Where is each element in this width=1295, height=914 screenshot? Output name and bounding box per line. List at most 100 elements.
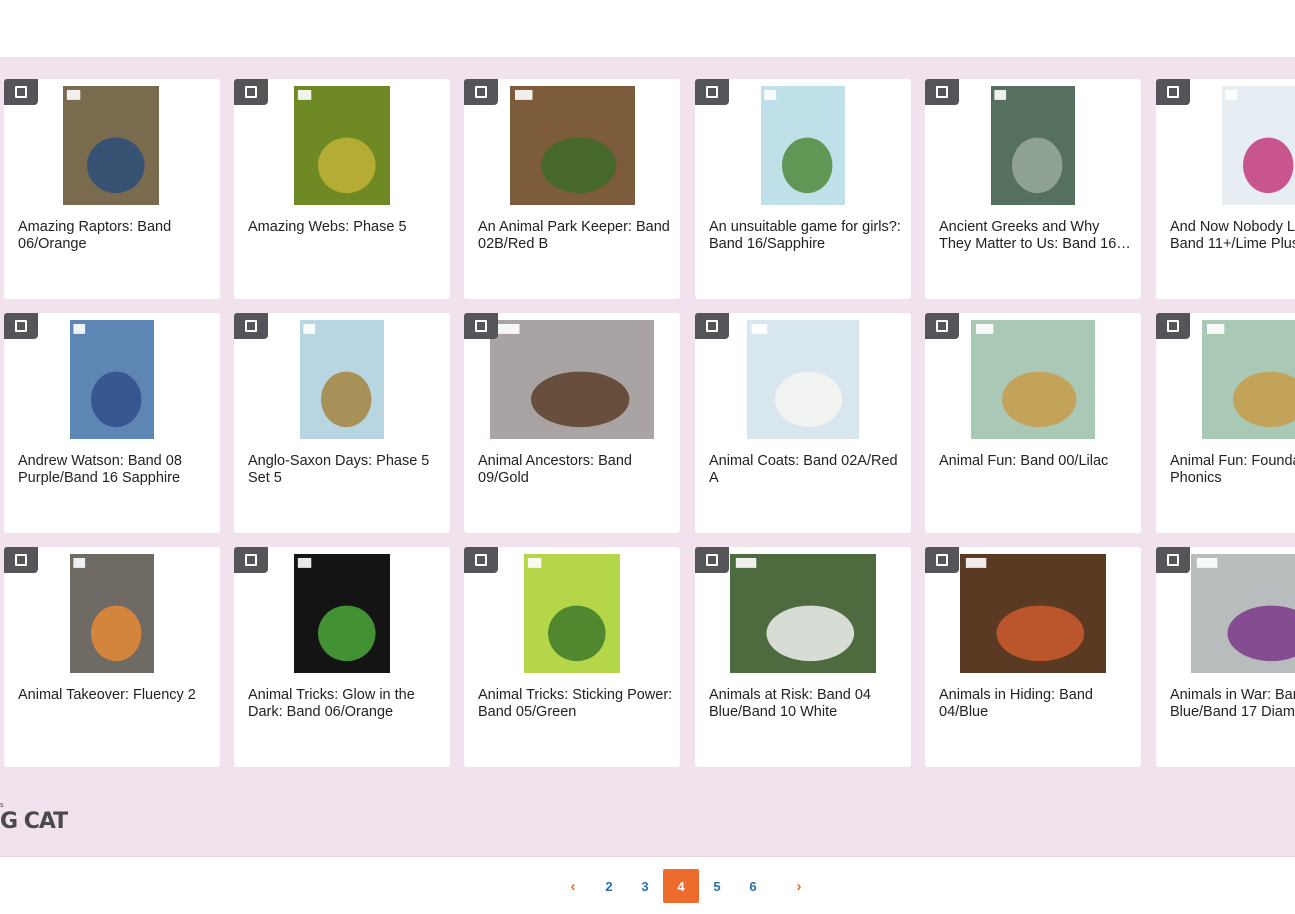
- select-checkbox[interactable]: [234, 79, 268, 105]
- book-cover-image[interactable]: [1191, 554, 1295, 673]
- book-cover-image[interactable]: [300, 320, 384, 439]
- book-title[interactable]: Animal Coats: Band 02A/Red A: [709, 453, 905, 487]
- book-title[interactable]: Animals in War: Band 04 Blue/Band 17 Dia…: [1170, 687, 1295, 721]
- book-card[interactable]: Animal Ancestors: Band 09/Gold: [464, 313, 680, 533]
- book-cover-image[interactable]: [761, 86, 845, 205]
- select-checkbox[interactable]: [925, 79, 959, 105]
- book-title[interactable]: Amazing Raptors: Band 06/Orange: [18, 219, 214, 253]
- book-cover-image[interactable]: [960, 554, 1106, 673]
- book-cover-image[interactable]: [730, 554, 876, 673]
- book-card[interactable]: Anglo-Saxon Days: Phase 5 Set 5: [234, 313, 450, 533]
- page-2[interactable]: 2: [591, 869, 627, 903]
- book-cover-image[interactable]: [747, 320, 859, 439]
- select-checkbox[interactable]: [234, 313, 268, 339]
- checkbox-square-icon: [706, 86, 718, 98]
- book-card[interactable]: Animal Takeover: Fluency 2: [4, 547, 220, 767]
- book-title[interactable]: Animal Ancestors: Band 09/Gold: [478, 453, 674, 487]
- book-title[interactable]: Anglo-Saxon Days: Phase 5 Set 5: [248, 453, 444, 487]
- book-cover-image[interactable]: [294, 554, 390, 673]
- book-cover-image[interactable]: [63, 86, 159, 205]
- select-checkbox[interactable]: [464, 547, 498, 573]
- select-checkbox[interactable]: [1156, 79, 1190, 105]
- book-cover-image[interactable]: [510, 86, 635, 205]
- top-bar: [0, 0, 1295, 57]
- book-cover-image[interactable]: [294, 86, 390, 205]
- book-card[interactable]: Ancient Greeks and Why They Matter to Us…: [925, 79, 1141, 299]
- book-grid-area: Amazing Raptors: Band 06/Orange Amazing W…: [0, 57, 1295, 856]
- checkbox-square-icon: [936, 554, 948, 566]
- book-cover-image[interactable]: [490, 320, 654, 439]
- checkbox-square-icon: [475, 320, 487, 332]
- book-cover-image[interactable]: [971, 320, 1095, 439]
- book-title[interactable]: And Now Nobody Likes Me: Band 11+/Lime P…: [1170, 219, 1295, 253]
- book-card[interactable]: Animals in Hiding: Band 04/Blue: [925, 547, 1141, 767]
- checkbox-square-icon: [245, 554, 257, 566]
- next-page-chevron-right-icon[interactable]: ›: [781, 869, 817, 903]
- book-title[interactable]: Andrew Watson: Band 08 Purple/Band 16 Sa…: [18, 453, 214, 487]
- page-6[interactable]: 6: [735, 869, 771, 903]
- checkbox-square-icon: [1167, 86, 1179, 98]
- select-checkbox[interactable]: [464, 313, 498, 339]
- prev-page-chevron-left-icon[interactable]: ‹: [555, 869, 591, 903]
- book-card[interactable]: Animal Fun: Foundations Phonics: [1156, 313, 1295, 533]
- select-checkbox[interactable]: [925, 313, 959, 339]
- select-checkbox[interactable]: [464, 79, 498, 105]
- book-title[interactable]: Animals in Hiding: Band 04/Blue: [939, 687, 1135, 721]
- book-title[interactable]: An unsuitable game for girls?: Band 16/S…: [709, 219, 905, 253]
- book-card[interactable]: Animals at Risk: Band 04 Blue/Band 10 Wh…: [695, 547, 911, 767]
- book-title[interactable]: Animal Fun: Band 00/Lilac: [939, 453, 1135, 470]
- book-card[interactable]: An unsuitable game for girls?: Band 16/S…: [695, 79, 911, 299]
- select-checkbox[interactable]: [695, 313, 729, 339]
- book-cover-image[interactable]: [1202, 320, 1295, 439]
- pagination-bar: ‹ 2 3 4 5 6 ›: [0, 856, 1295, 914]
- book-cover-image[interactable]: [1222, 86, 1295, 205]
- book-card[interactable]: Animals in War: Band 04 Blue/Band 17 Dia…: [1156, 547, 1295, 767]
- book-card[interactable]: Animal Fun: Band 00/Lilac: [925, 313, 1141, 533]
- book-cover-image[interactable]: [70, 554, 154, 673]
- checkbox-square-icon: [1167, 320, 1179, 332]
- checkbox-square-icon: [15, 554, 27, 566]
- book-title[interactable]: Ancient Greeks and Why They Matter to Us…: [939, 219, 1135, 253]
- checkbox-square-icon: [475, 554, 487, 566]
- select-checkbox[interactable]: [695, 547, 729, 573]
- page-3[interactable]: 3: [627, 869, 663, 903]
- pagination: ‹ 2 3 4 5 6 ›: [555, 869, 817, 903]
- book-card[interactable]: Andrew Watson: Band 08 Purple/Band 16 Sa…: [4, 313, 220, 533]
- checkbox-square-icon: [15, 320, 27, 332]
- book-card[interactable]: An Animal Park Keeper: Band 02B/Red B: [464, 79, 680, 299]
- select-checkbox[interactable]: [695, 79, 729, 105]
- book-card[interactable]: And Now Nobody Likes Me: Band 11+/Lime P…: [1156, 79, 1295, 299]
- select-checkbox[interactable]: [4, 547, 38, 573]
- checkbox-square-icon: [706, 554, 718, 566]
- book-title[interactable]: Animals at Risk: Band 04 Blue/Band 10 Wh…: [709, 687, 905, 721]
- checkbox-square-icon: [936, 320, 948, 332]
- book-title[interactable]: Animal Tricks: Glow in the Dark: Band 06…: [248, 687, 444, 721]
- logo-text: G CAT: [0, 809, 68, 834]
- book-title[interactable]: An Animal Park Keeper: Band 02B/Red B: [478, 219, 674, 253]
- select-checkbox[interactable]: [4, 79, 38, 105]
- book-card[interactable]: Amazing Webs: Phase 5: [234, 79, 450, 299]
- select-checkbox[interactable]: [4, 313, 38, 339]
- checkbox-square-icon: [15, 86, 27, 98]
- book-title[interactable]: Amazing Webs: Phase 5: [248, 219, 444, 236]
- book-title[interactable]: Animal Tricks: Sticking Power: Band 05/G…: [478, 687, 674, 721]
- book-card[interactable]: Animal Tricks: Glow in the Dark: Band 06…: [234, 547, 450, 767]
- book-cover-image[interactable]: [524, 554, 620, 673]
- page-5[interactable]: 5: [699, 869, 735, 903]
- book-title[interactable]: Animal Takeover: Fluency 2: [18, 687, 214, 704]
- select-checkbox[interactable]: [1156, 547, 1190, 573]
- book-card[interactable]: Animal Tricks: Sticking Power: Band 05/G…: [464, 547, 680, 767]
- book-cover-image[interactable]: [70, 320, 154, 439]
- select-checkbox[interactable]: [1156, 313, 1190, 339]
- logo-small-text: s: [0, 801, 4, 809]
- book-cover-image[interactable]: [991, 86, 1075, 205]
- checkbox-square-icon: [936, 86, 948, 98]
- checkbox-square-icon: [475, 86, 487, 98]
- select-checkbox[interactable]: [925, 547, 959, 573]
- page-4-current[interactable]: 4: [663, 869, 699, 903]
- checkbox-square-icon: [1167, 554, 1179, 566]
- book-card[interactable]: Animal Coats: Band 02A/Red A: [695, 313, 911, 533]
- book-title[interactable]: Animal Fun: Foundations Phonics: [1170, 453, 1295, 487]
- select-checkbox[interactable]: [234, 547, 268, 573]
- book-card[interactable]: Amazing Raptors: Band 06/Orange: [4, 79, 220, 299]
